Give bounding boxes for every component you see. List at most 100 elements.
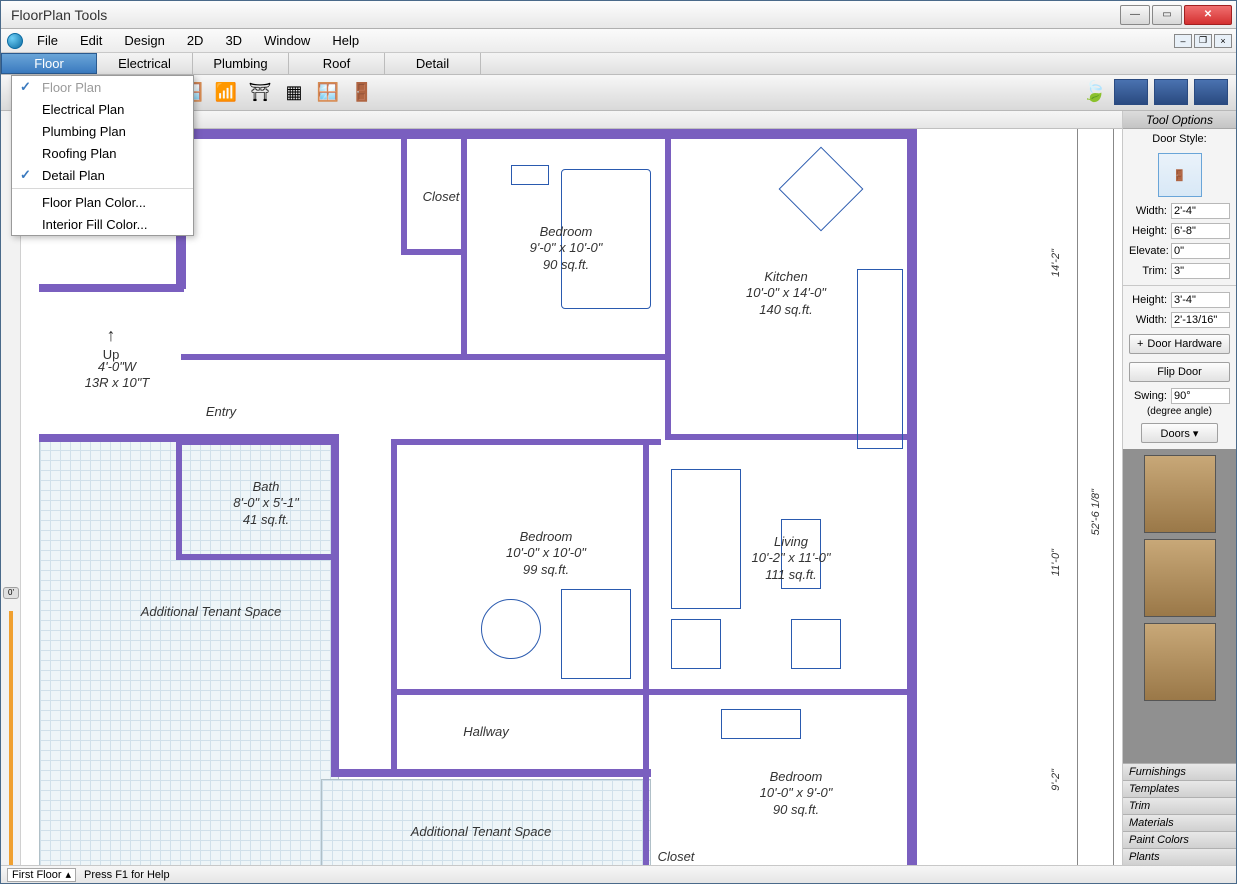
door-style-preview[interactable]: 🚪 <box>1158 153 1202 197</box>
curtain-icon[interactable]: 🪟 <box>315 80 341 106</box>
dd-floor-plan-color[interactable]: Floor Plan Color... <box>12 191 193 213</box>
floor-selector[interactable]: First Floor▴ <box>7 868 76 882</box>
wall[interactable] <box>665 137 671 437</box>
cabinet-icon[interactable]: 🚪 <box>349 80 375 106</box>
furniture-table[interactable] <box>671 619 721 669</box>
dim-right-mid: 11'-0" <box>1050 549 1062 576</box>
wall[interactable] <box>176 129 916 139</box>
wall[interactable] <box>39 284 184 292</box>
mdi-restore-button[interactable]: ❐ <box>1194 34 1212 48</box>
dd-interior-fill-color[interactable]: Interior Fill Color... <box>12 213 193 235</box>
tab-detail[interactable]: Detail <box>385 53 481 74</box>
wall[interactable] <box>331 769 651 777</box>
height2-input[interactable] <box>1171 292 1230 308</box>
mdi-close-button[interactable]: × <box>1214 34 1232 48</box>
app-orb-icon[interactable] <box>7 33 23 49</box>
view-render-button[interactable] <box>1194 79 1228 105</box>
swing-input[interactable] <box>1171 388 1230 404</box>
stairs-icon[interactable]: 📶 <box>213 80 239 106</box>
maximize-button[interactable]: ▭ <box>1152 5 1182 25</box>
room-label-bedroom2: Bedroom10'-0" x 10'-0"99 sq.ft. <box>481 529 611 578</box>
status-bar: First Floor▴ Press F1 for Help <box>1 865 1236 883</box>
dim-line <box>1113 129 1114 865</box>
eco-icon[interactable]: 🍃 <box>1082 79 1108 105</box>
floorplan-canvas[interactable]: Closet Bedroom9'-0" x 10'-0"90 sq.ft. Ki… <box>21 129 1122 865</box>
catalog-item[interactable] <box>1144 539 1216 617</box>
trim-input[interactable] <box>1171 263 1230 279</box>
menu-design[interactable]: Design <box>116 31 172 50</box>
wall[interactable] <box>391 439 397 769</box>
dim-right-top: 14'-2" <box>1050 249 1062 277</box>
room-label-hallway: Hallway <box>441 724 531 740</box>
wall[interactable] <box>461 137 467 357</box>
dim-far-right: 52'-6 1/8" <box>1090 489 1102 535</box>
slider-track[interactable] <box>9 611 13 865</box>
dd-plumbing-plan[interactable]: Plumbing Plan <box>12 120 193 142</box>
wall[interactable] <box>643 439 649 865</box>
cat-tab-templates[interactable]: Templates <box>1123 780 1236 797</box>
furniture-round-table[interactable] <box>481 599 541 659</box>
elevate-input[interactable] <box>1171 243 1230 259</box>
cat-tab-plants[interactable]: Plants <box>1123 848 1236 865</box>
menu-edit[interactable]: Edit <box>72 31 110 50</box>
door-style-label: Door Style: <box>1123 129 1236 149</box>
furniture-fridge[interactable] <box>857 269 903 449</box>
flip-door-button[interactable]: Flip Door <box>1129 362 1230 382</box>
furniture-nightstand[interactable] <box>511 165 549 185</box>
width2-input[interactable] <box>1171 312 1230 328</box>
status-help-text: Press F1 for Help <box>84 869 170 881</box>
tab-floor[interactable]: Floor <box>1 53 97 74</box>
door-hardware-button[interactable]: +Door Hardware <box>1129 334 1230 354</box>
window-controls: — ▭ ✕ <box>1120 5 1232 25</box>
door-catalog <box>1123 449 1236 763</box>
furniture-chair[interactable] <box>791 619 841 669</box>
cat-tab-furnishings[interactable]: Furnishings <box>1123 763 1236 780</box>
doors-dropdown-button[interactable]: Doors ▾ <box>1141 423 1218 443</box>
wall[interactable] <box>401 129 407 249</box>
menubar: File Edit Design 2D 3D Window Help – ❐ × <box>1 29 1236 53</box>
furniture-desk[interactable] <box>779 147 864 232</box>
menu-2d[interactable]: 2D <box>179 31 212 50</box>
close-button[interactable]: ✕ <box>1184 5 1232 25</box>
dd-detail-plan[interactable]: ✓Detail Plan <box>12 164 193 186</box>
minimize-button[interactable]: — <box>1120 5 1150 25</box>
floor-icon[interactable]: ▦ <box>281 80 307 106</box>
mdi-minimize-button[interactable]: – <box>1174 34 1192 48</box>
titlebar: FloorPlan Tools — ▭ ✕ <box>1 1 1236 29</box>
tab-plumbing[interactable]: Plumbing <box>193 53 289 74</box>
cat-tab-trim[interactable]: Trim <box>1123 797 1236 814</box>
wall[interactable] <box>176 439 336 445</box>
cat-tab-materials[interactable]: Materials <box>1123 814 1236 831</box>
deck-icon[interactable]: ⛩ <box>247 80 273 106</box>
tab-roof[interactable]: Roof <box>289 53 385 74</box>
height-input[interactable] <box>1171 223 1230 239</box>
menu-help[interactable]: Help <box>324 31 367 50</box>
dd-roofing-plan[interactable]: Roofing Plan <box>12 142 193 164</box>
wall[interactable] <box>907 129 917 865</box>
view-3d-button[interactable] <box>1154 79 1188 105</box>
wall[interactable] <box>643 689 913 695</box>
width-input[interactable] <box>1171 203 1230 219</box>
wall[interactable] <box>176 554 336 560</box>
catalog-item[interactable] <box>1144 623 1216 701</box>
check-icon: ✓ <box>20 79 31 95</box>
dd-electrical-plan[interactable]: Electrical Plan <box>12 98 193 120</box>
wall[interactable] <box>401 249 465 255</box>
slider-handle[interactable]: 0' <box>3 587 19 599</box>
wall[interactable] <box>331 434 339 774</box>
menu-3d[interactable]: 3D <box>217 31 250 50</box>
wall[interactable] <box>391 439 661 445</box>
wall[interactable] <box>176 439 182 559</box>
menu-file[interactable]: File <box>29 31 66 50</box>
furniture-dresser[interactable] <box>561 589 631 679</box>
menu-window[interactable]: Window <box>256 31 318 50</box>
furniture-tv[interactable] <box>721 709 801 739</box>
wall[interactable] <box>181 354 671 360</box>
wall[interactable] <box>391 689 647 695</box>
catalog-item[interactable] <box>1144 455 1216 533</box>
cat-tab-paint[interactable]: Paint Colors <box>1123 831 1236 848</box>
dd-floor-plan[interactable]: ✓Floor Plan <box>12 76 193 98</box>
tab-electrical[interactable]: Electrical <box>97 53 193 74</box>
tenant-grid-2 <box>321 779 651 865</box>
view-plan-button[interactable] <box>1114 79 1148 105</box>
